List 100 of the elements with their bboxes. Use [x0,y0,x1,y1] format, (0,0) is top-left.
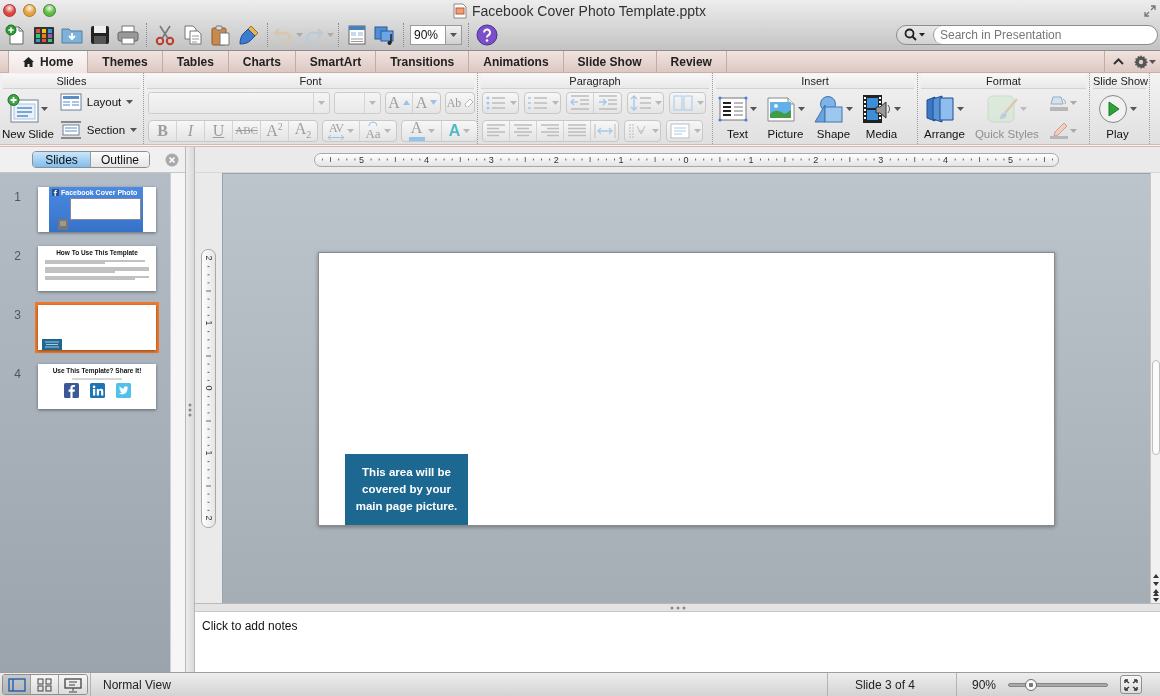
close-window-button[interactable] [3,4,16,17]
caret-icon [798,107,805,111]
zoom-field[interactable]: 90% [410,24,462,45]
section-icon [59,120,82,140]
in-logo-icon [89,382,105,398]
stacked-pages-icon [924,94,955,124]
slide-number: 4 [13,366,22,381]
close-icon [165,152,179,167]
justify-icon [566,122,588,139]
slide-position: Slide 3 of 4 [854,677,915,692]
ruler-number: 5 [1006,153,1014,166]
panel-tab[interactable]: Slides [33,152,91,167]
caret-icon [551,100,559,105]
ruler-number: 1 [202,319,215,328]
play-button[interactable]: Play [1098,93,1137,140]
slide-number: 1 [13,189,22,204]
new-slide-button[interactable]: New Slide [2,93,54,140]
ruler-number: 0 [202,384,215,393]
section-button[interactable]: Section [59,120,138,140]
up-triangle-icon [402,100,410,105]
align-center-icon [512,122,534,139]
caret-icon [509,100,517,105]
slide-number: 3 [13,307,22,322]
caret-icon [450,32,457,37]
close-button[interactable] [165,152,179,167]
slider-thumb[interactable] [1024,678,1037,691]
caret-icon [383,128,391,133]
grip-icon [188,402,192,417]
view-name: Normal View [103,677,171,692]
scroll-thumb[interactable] [1151,360,1160,455]
arrange-button[interactable]: Arrange [924,93,965,140]
group-label: Insert [716,74,914,89]
ruler-number: 1 [617,153,625,166]
new-slide-icon [7,94,40,124]
fill-color-button[interactable] [1048,93,1077,112]
scissors-icon [154,23,176,46]
search-field[interactable]: Search in Presentation [896,24,1158,45]
distribute-icon [593,122,616,139]
swatch-bar-icon [408,137,425,141]
film-music-icon [374,23,396,46]
film-speaker-icon [862,94,892,124]
ribbon-tab[interactable]: Home [8,51,89,73]
text-box-button[interactable]: Text [718,93,757,140]
caret-icon [347,128,354,133]
caret-icon [1069,100,1077,105]
caption-text-box: This area will be covered by your main page picture. [345,453,468,525]
pencil-icon [1048,121,1069,140]
ruler-number: 4 [942,153,950,166]
ruler-number: 4 [422,153,430,166]
zoom-percent: 90% [971,677,996,692]
columns-icon [671,94,694,111]
caret-icon [126,100,134,104]
ruler-number: 5 [358,153,366,166]
help-button[interactable] [473,21,501,48]
align-left-icon [485,122,507,139]
text-block-icon [42,339,62,350]
paint-bucket-icon [1048,93,1069,112]
fit-to-window-button[interactable] [1120,675,1142,694]
media-button[interactable]: Media [862,93,901,140]
caret-icon [130,128,138,132]
zoom-dropdown-button[interactable] [445,25,461,44]
down-triangle-icon [430,100,438,105]
window-icon [346,23,368,46]
monitor-icon [64,676,82,693]
normal-view-button[interactable] [3,675,31,694]
scroll-arrows-icon [1151,573,1160,603]
group-label: Paragraph [481,74,709,89]
text-line-icon [72,377,122,380]
minimize-window-button[interactable] [23,4,36,17]
layout-icon [59,93,82,111]
clipboard-icon [210,23,232,46]
ruler-number: 2 [202,514,215,523]
window-title: Facebook Cover Photo Template.pptx [472,2,706,19]
text-box-icon [718,95,748,123]
group-label: Slide Show [1093,74,1146,89]
ruler-number: 2 [812,153,820,166]
notes-field[interactable]: Click to add notes [195,611,1160,672]
style-brush-icon [986,94,1019,124]
grip-icon [669,605,686,610]
zoom-window-button[interactable] [43,4,56,17]
picture-button[interactable]: Picture [766,93,805,140]
settings-button[interactable] [1134,54,1156,69]
shape-button[interactable]: Shape [814,93,853,140]
fit-window-icon [1124,678,1138,691]
slide-number: 2 [13,248,22,263]
caret-icon [654,100,662,105]
cover-frame [70,198,141,220]
slide-thumbnail[interactable] [35,302,159,353]
panel-tab[interactable]: Outline [91,152,149,167]
slide-show-button[interactable] [59,675,87,694]
printer-icon [117,23,139,46]
slide-sorter-button[interactable] [31,675,59,694]
collapse-ribbon-button[interactable] [1113,58,1124,65]
gear-icon [1134,54,1148,69]
caret-icon [1020,107,1028,111]
caret-icon [956,107,964,111]
new-document-icon [5,23,27,46]
fullscreen-icon [1144,4,1156,17]
line-color-button[interactable] [1048,121,1077,140]
ruler-number: 3 [877,153,885,166]
